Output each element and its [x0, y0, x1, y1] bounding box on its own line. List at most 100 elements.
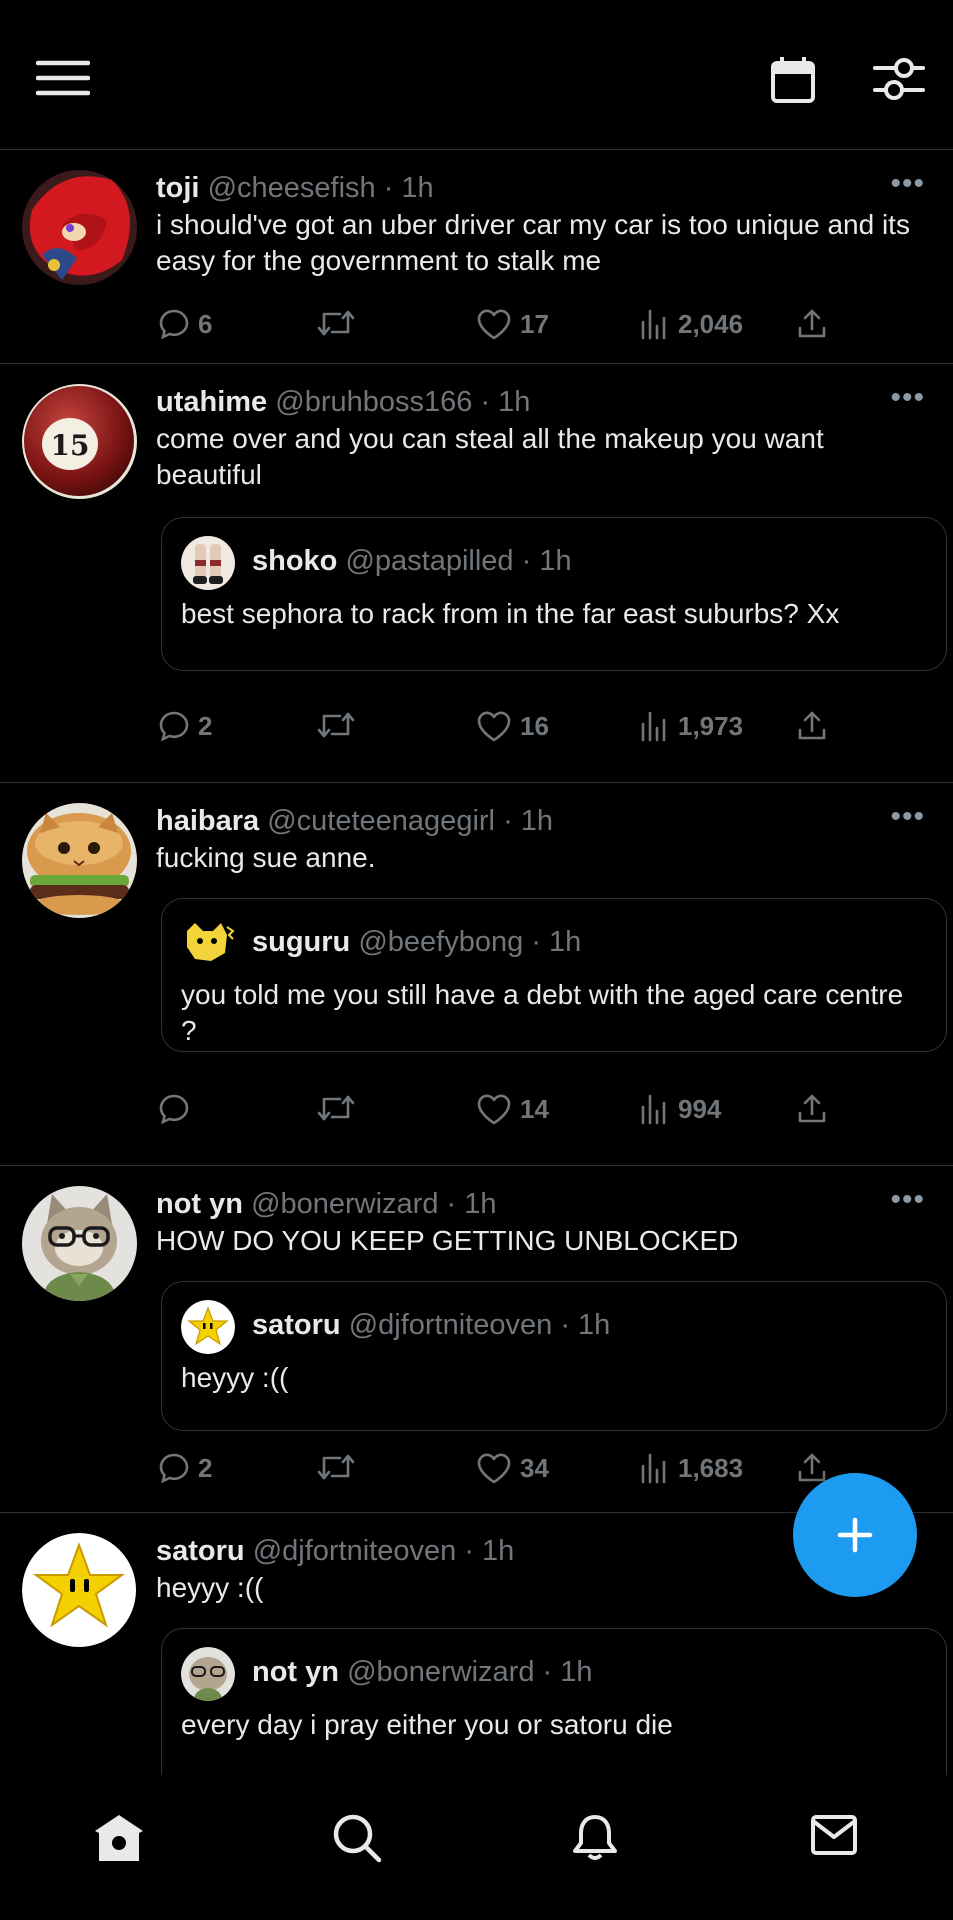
heart-icon	[477, 309, 511, 340]
like-button[interactable]: 34	[476, 1452, 549, 1484]
reply-button[interactable]: 6	[158, 308, 212, 340]
display-name[interactable]: not yn	[156, 1188, 243, 1220]
like-button[interactable]: 16	[476, 710, 549, 742]
tweet-actions: 2 34 1,683	[156, 1452, 873, 1492]
heart-icon	[477, 711, 511, 742]
quote-timestamp: · 1h	[560, 1309, 611, 1341]
retweet-button[interactable]	[316, 710, 356, 740]
tweet-actions: 14 994	[156, 1093, 873, 1133]
share-icon	[798, 1094, 826, 1123]
tweet[interactable]: ••• haibara @cuteteenagegirl · 1h fuckin…	[0, 783, 953, 1166]
share-button[interactable]	[796, 308, 828, 340]
hamburger-icon[interactable]	[36, 60, 90, 96]
quote-avatar	[181, 1300, 235, 1354]
quote-display-name: satoru	[252, 1309, 341, 1341]
display-name[interactable]: toji	[156, 172, 200, 204]
timestamp[interactable]: · 1h	[384, 172, 434, 204]
avatar[interactable]	[22, 170, 137, 285]
quote-avatar	[181, 1647, 235, 1701]
views-button[interactable]: 2,046	[638, 308, 743, 340]
reply-icon	[159, 1453, 189, 1484]
like-button[interactable]: 17	[476, 308, 549, 340]
tweet-text: heyyy :((	[156, 1572, 264, 1603]
like-count: 14	[520, 1093, 549, 1124]
tweet-text: i should've got an uber driver car my ca…	[156, 209, 910, 276]
share-button[interactable]	[796, 1452, 828, 1484]
user-handle[interactable]: @djfortniteoven	[253, 1535, 457, 1567]
views-button[interactable]: 1,973	[638, 710, 743, 742]
quote-header: suguru @beefybong · 1h	[252, 924, 581, 960]
like-count: 16	[520, 710, 549, 741]
analytics-icon	[641, 711, 666, 742]
analytics-icon	[641, 1453, 666, 1484]
sliders-icon[interactable]	[873, 56, 925, 102]
home-icon[interactable]	[93, 1813, 145, 1863]
quoted-tweet[interactable]: not yn @bonerwizard · 1h every day i pra…	[161, 1628, 947, 1775]
avatar[interactable]	[22, 1186, 137, 1301]
reply-icon	[159, 711, 189, 742]
tweet[interactable]: ••• toji @cheesefish · 1h i should've go…	[0, 150, 953, 364]
timestamp[interactable]: · 1h	[464, 1535, 514, 1567]
reply-count: 6	[198, 308, 213, 339]
views-button[interactable]: 1,683	[638, 1452, 743, 1484]
quote-handle: @djfortniteoven	[348, 1309, 553, 1341]
quote-avatar	[181, 536, 235, 590]
view-count: 1,683	[678, 1452, 744, 1483]
timestamp[interactable]: · 1h	[503, 805, 553, 837]
user-handle[interactable]: @cuteteenagegirl	[267, 805, 495, 837]
view-count: 1,973	[678, 710, 744, 741]
avatar[interactable]: 15	[22, 384, 137, 499]
display-name[interactable]: satoru	[156, 1535, 245, 1567]
reply-button[interactable]: 2	[158, 1452, 212, 1484]
reply-button[interactable]	[158, 1093, 198, 1125]
reply-count: 2	[198, 1452, 213, 1483]
quote-display-name: shoko	[252, 545, 338, 577]
tweet-header: not yn @bonerwizard · 1h	[156, 1186, 913, 1222]
quote-timestamp: · 1h	[531, 926, 582, 958]
reply-count: 2	[198, 710, 213, 741]
user-handle[interactable]: @cheesefish	[208, 172, 376, 204]
retweet-icon	[317, 310, 355, 336]
quote-text: every day i pray either you or satoru di…	[181, 1709, 673, 1740]
display-name[interactable]: utahime	[156, 386, 267, 418]
quote-handle: @bonerwizard	[347, 1656, 535, 1688]
display-name[interactable]: haibara	[156, 805, 259, 837]
search-icon[interactable]	[332, 1813, 382, 1863]
tweet-actions: 6 17 2,046	[156, 308, 873, 348]
quoted-tweet[interactable]: suguru @beefybong · 1h you told me you s…	[161, 898, 947, 1052]
user-handle[interactable]: @bonerwizard	[251, 1188, 438, 1220]
calendar-icon[interactable]	[770, 56, 816, 104]
share-icon	[798, 1453, 826, 1482]
retweet-icon	[317, 712, 355, 738]
share-button[interactable]	[796, 1093, 828, 1125]
share-button[interactable]	[796, 710, 828, 742]
quote-header: not yn @bonerwizard · 1h	[252, 1654, 593, 1690]
tweet[interactable]: ••• not yn @bonerwizard · 1h HOW DO YOU …	[0, 1166, 953, 1513]
tweet-text: HOW DO YOU KEEP GETTING UNBLOCKED	[156, 1225, 739, 1256]
reply-button[interactable]: 2	[158, 710, 212, 742]
quote-display-name: suguru	[252, 926, 351, 958]
timestamp[interactable]: · 1h	[480, 386, 530, 418]
retweet-button[interactable]	[316, 1093, 356, 1123]
reply-icon	[159, 309, 189, 340]
plus-icon	[837, 1517, 873, 1553]
user-handle[interactable]: @bruhboss166	[275, 386, 472, 418]
retweet-button[interactable]	[316, 308, 356, 338]
tweet-text: fucking sue anne.	[156, 842, 376, 873]
like-count: 17	[520, 308, 549, 339]
mail-icon[interactable]	[810, 1813, 858, 1857]
quoted-tweet[interactable]: satoru @djfortniteoven · 1h heyyy :((	[161, 1281, 947, 1431]
compose-tweet-button[interactable]	[793, 1473, 917, 1597]
avatar[interactable]	[22, 1533, 137, 1648]
tweet[interactable]: 15 ••• utahime @bruhboss166 · 1h come ov…	[0, 364, 953, 783]
quoted-tweet[interactable]: shoko @pastapilled · 1h best sephora to …	[161, 517, 947, 671]
views-button[interactable]: 994	[638, 1093, 721, 1125]
retweet-button[interactable]	[316, 1452, 356, 1482]
avatar[interactable]	[22, 803, 137, 918]
like-button[interactable]: 14	[476, 1093, 549, 1125]
quote-handle: @beefybong	[358, 926, 524, 958]
tweet-header: haibara @cuteteenagegirl · 1h	[156, 803, 913, 839]
bell-icon[interactable]	[571, 1813, 619, 1863]
timestamp[interactable]: · 1h	[447, 1188, 497, 1220]
reply-icon	[159, 1094, 189, 1125]
